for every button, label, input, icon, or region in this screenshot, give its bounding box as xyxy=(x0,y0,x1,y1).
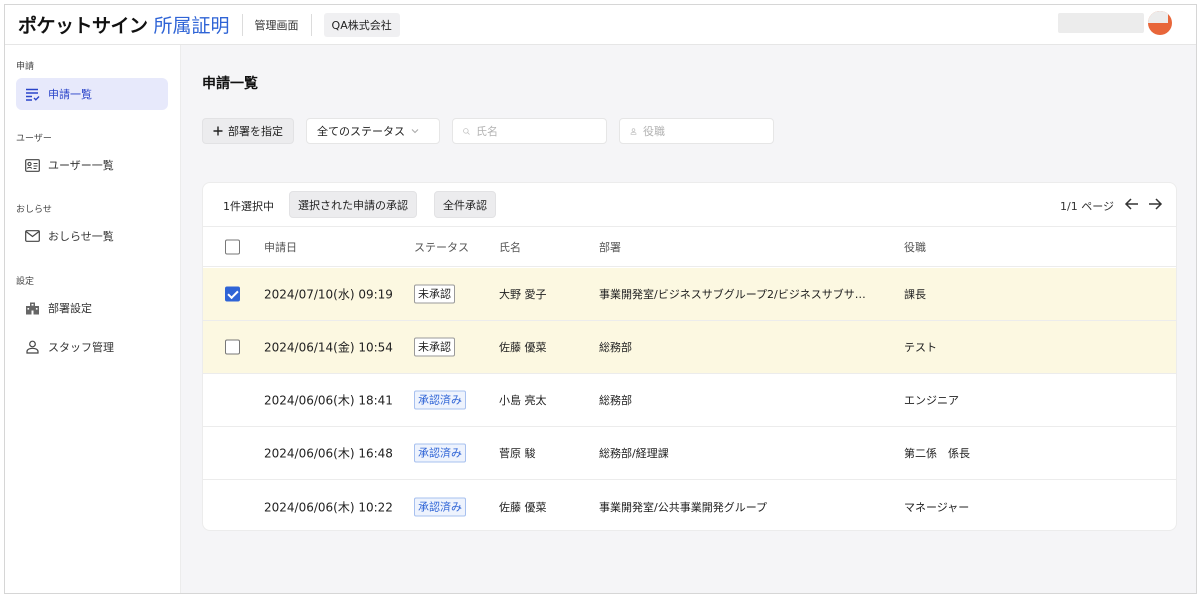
page-indicator: 1/1 ページ xyxy=(1060,200,1114,213)
application-date: 2024/06/06(木) 10:22 xyxy=(264,500,393,514)
status-select[interactable]: 全てのステータス xyxy=(306,118,440,144)
application-date: 2024/06/06(木) 18:41 xyxy=(264,393,393,408)
column-header-position: 役職 xyxy=(904,240,926,254)
position: エンジニア xyxy=(904,394,959,407)
table-header: 申請日 ステータス 氏名 部署 役職 xyxy=(203,227,1176,267)
sidebar-item-staff-management[interactable]: スタッフ管理 xyxy=(16,331,168,363)
sidebar-item-label: 部署設定 xyxy=(48,302,92,315)
sidebar: 申請 申請一覧 ユーザー ユーザー一覧 おしらせ おしらせ一覧 設定 部署設定 … xyxy=(5,45,181,593)
plus-icon xyxy=(213,126,223,136)
row-checkbox[interactable] xyxy=(225,339,240,355)
position-search-input[interactable] xyxy=(643,124,763,138)
table-row[interactable]: 2024/06/06(木) 18:41 承認済み 小島 亮太 総務部 エンジニア xyxy=(203,374,1176,427)
status-badge: 承認済み xyxy=(414,443,466,463)
department: 事業開発室/ビジネスサブグループ2/ビジネスサブサ… xyxy=(599,288,866,301)
filter-bar: 部署を指定 全てのステータス xyxy=(202,118,774,144)
admin-link[interactable]: 管理画面 xyxy=(255,17,299,33)
sidebar-item-label: スタッフ管理 xyxy=(48,341,114,354)
position-search-field[interactable] xyxy=(619,118,774,144)
position: テスト xyxy=(904,341,937,354)
application-date: 2024/07/10(水) 09:19 xyxy=(264,287,393,302)
specify-department-label: 部署を指定 xyxy=(228,125,283,138)
position: マネージャー xyxy=(904,500,970,514)
column-header-date: 申請日 xyxy=(264,240,297,254)
list-check-icon xyxy=(26,88,40,101)
column-header-department: 部署 xyxy=(599,240,621,254)
department: 事業開発室/公共事業開発グループ xyxy=(599,500,768,514)
department: 総務部 xyxy=(599,394,632,407)
search-icon xyxy=(463,127,470,135)
id-card-icon xyxy=(25,158,40,172)
department: 総務部 xyxy=(599,341,632,354)
status-badge-label: 未承認 xyxy=(414,337,455,357)
applicant-name: 佐藤 優菜 xyxy=(499,500,547,514)
applicant-name: 大野 愛子 xyxy=(499,288,547,301)
column-header-status: ステータス xyxy=(414,240,469,254)
building-icon xyxy=(26,302,39,315)
table-row[interactable]: 2024/07/10(水) 09:19 未承認 大野 愛子 事業開発室/ビジネス… xyxy=(203,268,1176,321)
sidebar-item-label: 申請一覧 xyxy=(48,88,92,101)
table-toolbar: 1件選択中 選択された申請の承認 全件承認 1/1 ページ xyxy=(203,183,1176,227)
brand-name: ポケットサイン xyxy=(18,15,148,37)
application-date: 2024/06/14(金) 10:54 xyxy=(264,340,393,355)
sidebar-item-label: おしらせ一覧 xyxy=(48,230,114,243)
sidebar-section-users: ユーザー xyxy=(16,134,52,144)
arrow-left-icon[interactable] xyxy=(1124,196,1140,212)
applicant-name: 小島 亮太 xyxy=(499,394,547,407)
status-badge-label: 承認済み xyxy=(414,497,466,516)
sidebar-item-user-list[interactable]: ユーザー一覧 xyxy=(16,149,168,181)
app-window: ポケットサイン 所属証明 管理画面 QA株式会社 申請 申請一覧 ユーザー ユーザ… xyxy=(4,4,1197,594)
sidebar-section-news: おしらせ xyxy=(16,205,52,215)
user-icon xyxy=(26,340,39,354)
sidebar-item-label: ユーザー一覧 xyxy=(48,159,114,172)
mail-icon xyxy=(25,230,40,242)
status-badge: 承認済み xyxy=(414,390,466,410)
page-title: 申請一覧 xyxy=(202,76,258,92)
avatar[interactable] xyxy=(1148,11,1172,35)
column-header-name: 氏名 xyxy=(499,240,521,254)
name-search-input[interactable] xyxy=(476,124,596,138)
applicant-name: 佐藤 優菜 xyxy=(499,341,547,354)
sidebar-item-news-list[interactable]: おしらせ一覧 xyxy=(16,220,168,252)
main-content: 申請一覧 部署を指定 全てのステータス 氏名 役職 1件選択中 選択された申請の… xyxy=(182,45,1196,593)
company-badge[interactable]: QA株式会社 xyxy=(323,12,400,37)
applications-table-card: 1件選択中 選択された申請の承認 全件承認 1/1 ページ 申請日 ステータス … xyxy=(202,182,1177,531)
sidebar-item-application-list[interactable]: 申請一覧 xyxy=(16,78,168,110)
table-row[interactable]: 2024/06/06(木) 16:48 承認済み 菅原 駿 総務部/経理課 第二… xyxy=(203,427,1176,480)
specify-department-button[interactable]: 部署を指定 xyxy=(202,118,294,144)
header-divider xyxy=(310,13,312,36)
status-badge: 未承認 xyxy=(414,284,455,304)
row-checkbox[interactable] xyxy=(225,286,240,302)
select-all-checkbox[interactable] xyxy=(225,239,240,254)
header-divider xyxy=(241,13,243,36)
arrow-right-icon[interactable] xyxy=(1147,196,1163,212)
status-badge-label: 承認済み xyxy=(414,443,466,463)
status-select-value: 全てのステータス xyxy=(317,125,405,138)
sidebar-section-applications: 申請 xyxy=(16,62,35,72)
sidebar-item-department-settings[interactable]: 部署設定 xyxy=(16,292,168,324)
position: 第二係 係長 xyxy=(904,447,970,460)
status-badge-label: 承認済み xyxy=(414,390,466,410)
table-row[interactable]: 2024/06/14(金) 10:54 未承認 佐藤 優菜 総務部 テスト xyxy=(203,321,1176,374)
user-icon xyxy=(630,127,637,135)
position: 課長 xyxy=(904,288,926,301)
app-logo[interactable]: ポケットサイン 所属証明 xyxy=(18,11,230,38)
status-badge-label: 未承認 xyxy=(414,284,455,304)
status-badge: 承認済み xyxy=(414,497,466,516)
status-badge: 未承認 xyxy=(414,337,455,357)
applicant-name: 菅原 駿 xyxy=(499,447,536,460)
sidebar-section-settings: 設定 xyxy=(16,277,35,287)
department: 総務部/経理課 xyxy=(599,447,669,460)
account-name-redacted[interactable] xyxy=(1058,13,1144,33)
approve-selected-button[interactable]: 選択された申請の承認 xyxy=(289,191,417,218)
selected-count: 1件選択中 xyxy=(223,200,274,213)
top-header: ポケットサイン 所属証明 管理画面 QA株式会社 xyxy=(5,5,1196,45)
chevron-down-icon xyxy=(411,129,419,134)
application-date: 2024/06/06(木) 16:48 xyxy=(264,446,393,461)
product-name: 所属証明 xyxy=(153,15,230,37)
name-search-field[interactable] xyxy=(452,118,607,144)
table-row[interactable]: 2024/06/06(木) 10:22 承認済み 佐藤 優菜 事業開発室/公共事… xyxy=(203,480,1176,530)
approve-all-button[interactable]: 全件承認 xyxy=(434,191,496,218)
